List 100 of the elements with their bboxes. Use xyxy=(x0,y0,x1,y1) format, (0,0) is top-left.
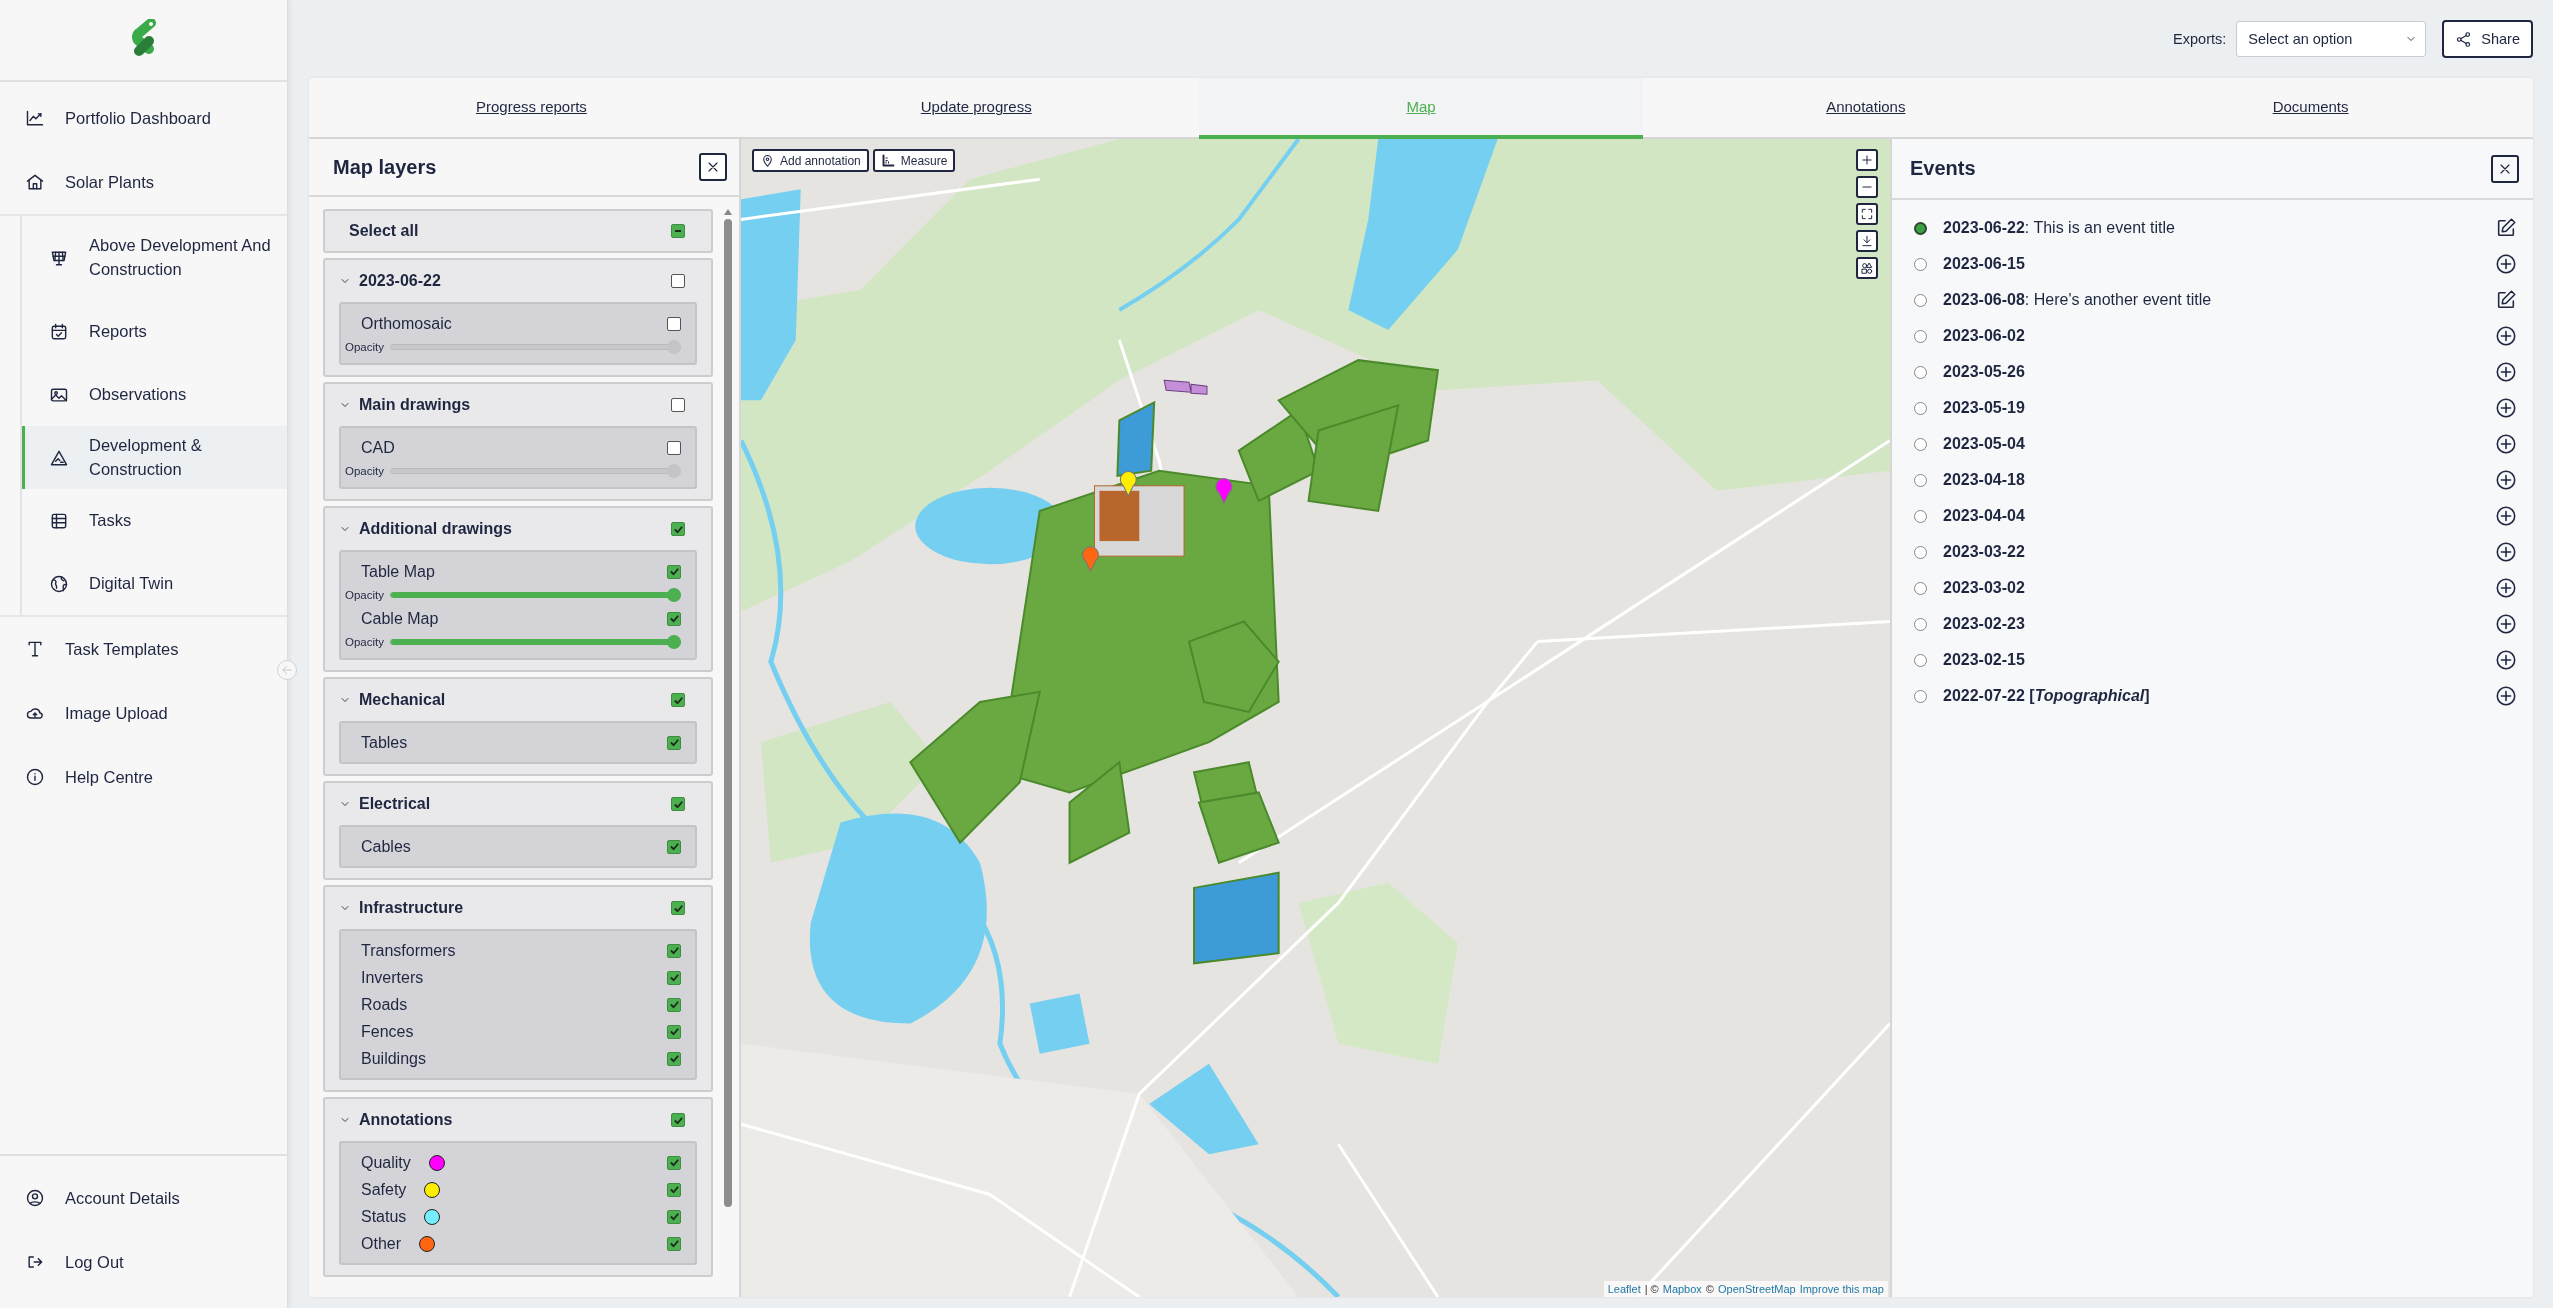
user-icon xyxy=(25,1188,45,1208)
map-tool-button[interactable]: Measure xyxy=(872,149,956,172)
radio-button[interactable] xyxy=(1914,293,1927,307)
radio-button[interactable] xyxy=(1914,401,1927,415)
opacity-slider[interactable] xyxy=(390,635,681,649)
attribution-link[interactable]: OpenStreetMap xyxy=(1717,1283,1796,1295)
arrow-up-icon[interactable] xyxy=(724,209,732,215)
nav-item[interactable]: Account Details xyxy=(0,1166,287,1230)
nav-item[interactable]: Tasks xyxy=(22,489,287,552)
checkbox[interactable] xyxy=(667,970,681,985)
check-icon xyxy=(672,902,684,914)
add-icon[interactable] xyxy=(2495,253,2517,275)
add-icon[interactable] xyxy=(2495,685,2517,707)
edit-icon[interactable] xyxy=(2495,217,2517,239)
nav-item[interactable]: Help Centre xyxy=(0,745,287,809)
checkbox[interactable] xyxy=(667,1051,681,1066)
shapes-button[interactable] xyxy=(1856,257,1878,279)
add-icon[interactable] xyxy=(2495,361,2517,383)
tab[interactable]: Documents xyxy=(2088,78,2533,139)
opacity-slider[interactable] xyxy=(390,464,681,478)
radio-button[interactable] xyxy=(1914,437,1927,451)
close-button[interactable] xyxy=(699,153,727,181)
radio-button[interactable] xyxy=(1914,365,1927,379)
edit-icon[interactable] xyxy=(2495,289,2517,311)
event-label: 2023-06-02 xyxy=(1943,327,2025,345)
radio-button[interactable] xyxy=(1914,581,1927,595)
attribution-link[interactable]: Leaflet xyxy=(1607,1283,1641,1295)
nav-item[interactable]: Task Templates xyxy=(0,617,287,681)
checkbox[interactable] xyxy=(667,839,681,854)
radio-button[interactable] xyxy=(1914,545,1927,559)
nav-item[interactable]: Solar Plants xyxy=(0,150,287,214)
opacity-slider[interactable] xyxy=(390,588,681,602)
nav-item[interactable]: Above Development And Construction xyxy=(22,216,287,300)
add-icon[interactable] xyxy=(2495,577,2517,599)
checkbox[interactable] xyxy=(667,1209,681,1224)
checkbox[interactable] xyxy=(671,274,685,288)
add-icon[interactable] xyxy=(2495,325,2517,347)
attribution-link[interactable]: Mapbox xyxy=(1662,1283,1702,1295)
close-button[interactable] xyxy=(2491,154,2519,183)
calendar-check-icon xyxy=(49,321,69,342)
checkbox[interactable] xyxy=(671,901,685,915)
nav-item[interactable]: Portfolio Dashboard xyxy=(0,86,287,150)
zoom-in-button[interactable] xyxy=(1856,149,1878,171)
radio-button[interactable] xyxy=(1914,689,1927,703)
radio-button[interactable] xyxy=(1914,257,1927,271)
checkbox[interactable] xyxy=(667,735,681,750)
checkbox[interactable] xyxy=(671,398,685,412)
add-icon[interactable] xyxy=(2495,397,2517,419)
radio-button[interactable] xyxy=(1914,329,1927,343)
check-icon xyxy=(668,972,680,983)
checkbox[interactable] xyxy=(667,564,681,579)
radio-button[interactable] xyxy=(1914,617,1927,631)
nav-item[interactable]: Log Out xyxy=(0,1230,287,1294)
checkbox[interactable] xyxy=(667,997,681,1012)
checkbox[interactable] xyxy=(671,693,685,707)
checkbox[interactable] xyxy=(671,1113,685,1127)
map-tool-button[interactable]: Add annotation xyxy=(752,149,869,172)
checkbox[interactable] xyxy=(671,797,685,811)
select-all-label: Select all xyxy=(349,222,419,240)
check-icon xyxy=(668,945,680,956)
event-label: 2023-06-15 xyxy=(1943,255,2025,273)
share-button[interactable]: Share xyxy=(2442,20,2533,58)
add-icon[interactable] xyxy=(2495,649,2517,671)
checkbox[interactable] xyxy=(667,1236,681,1251)
radio-button[interactable] xyxy=(1914,653,1927,667)
download-button[interactable] xyxy=(1856,230,1878,252)
add-icon[interactable] xyxy=(2495,469,2517,491)
radio-button[interactable] xyxy=(1914,473,1927,487)
exports-dropdown[interactable]: Select an option xyxy=(2236,21,2427,57)
tab[interactable]: Update progress xyxy=(753,78,1199,139)
layer-label: Cable Map xyxy=(361,609,439,628)
zoom-out-button[interactable] xyxy=(1856,176,1878,198)
add-icon[interactable] xyxy=(2495,505,2517,527)
checkbox[interactable] xyxy=(671,224,685,238)
checkbox[interactable] xyxy=(667,1182,681,1197)
checkbox[interactable] xyxy=(667,440,681,455)
opacity-slider[interactable] xyxy=(390,340,681,354)
layer-group-label: Main drawings xyxy=(359,396,471,414)
checkbox[interactable] xyxy=(667,1155,681,1170)
fullscreen-button[interactable] xyxy=(1856,203,1878,225)
checkbox[interactable] xyxy=(667,1024,681,1039)
checkbox[interactable] xyxy=(667,611,681,626)
checkbox[interactable] xyxy=(667,316,681,331)
radio-button[interactable] xyxy=(1914,509,1927,523)
checkbox[interactable] xyxy=(667,943,681,958)
radio-button[interactable] xyxy=(1914,221,1927,235)
attribution-link[interactable]: Improve this map xyxy=(1799,1283,1884,1295)
nav-item[interactable]: Reports xyxy=(22,300,287,363)
nav-item[interactable]: Observations xyxy=(22,363,287,426)
nav-item[interactable]: Image Upload xyxy=(0,681,287,745)
shapes-icon xyxy=(1860,261,1874,275)
nav-item[interactable]: Development & Construction xyxy=(22,426,287,489)
add-icon[interactable] xyxy=(2495,613,2517,635)
tab[interactable]: Annotations xyxy=(1643,78,2089,139)
add-icon[interactable] xyxy=(2495,541,2517,563)
add-icon[interactable] xyxy=(2495,433,2517,455)
layer-group-label: 2023-06-22 xyxy=(359,272,441,290)
nav-item[interactable]: Digital Twin xyxy=(22,552,287,615)
checkbox[interactable] xyxy=(671,522,685,536)
tab[interactable]: Progress reports xyxy=(309,78,754,139)
